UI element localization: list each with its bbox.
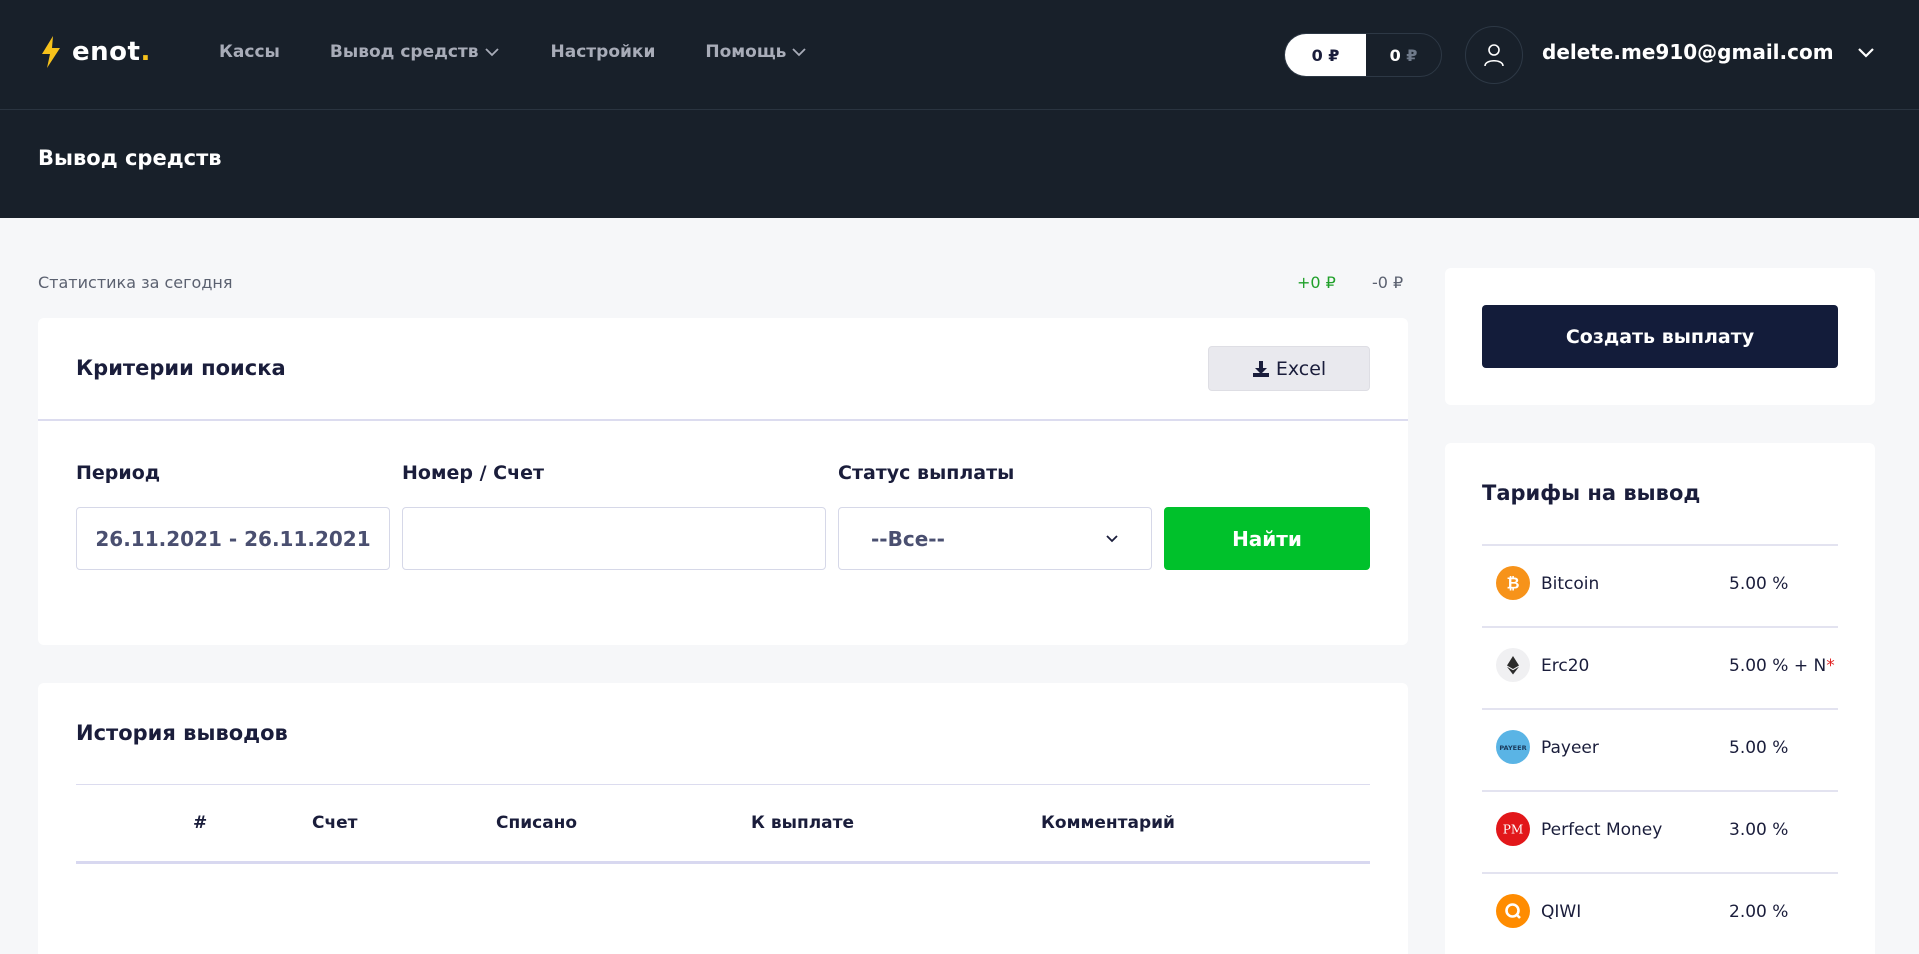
status-select-value: --Все-- xyxy=(871,526,945,551)
create-payout-card: Создать выплату xyxy=(1445,268,1875,405)
tariff-fee: 5.00 % + N* xyxy=(1729,656,1835,676)
column-header-comment[interactable]: Комментарий xyxy=(1041,813,1175,833)
stats-label: Статистика за сегодня xyxy=(38,273,233,292)
nav-item-settings[interactable]: Настройки xyxy=(551,42,656,62)
tariff-fee: 2.00 % xyxy=(1729,902,1789,922)
qiwi-icon xyxy=(1496,894,1530,928)
search-criteria-card: Критерии поиска Excel Период Номер / Сче… xyxy=(38,318,1408,645)
tariff-fee: 5.00 % xyxy=(1729,738,1789,758)
payeer-icon: PAYEER xyxy=(1496,730,1530,764)
period-date-range-input[interactable]: 26.11.2021 - 26.11.2021 xyxy=(76,507,390,570)
find-button[interactable]: Найти xyxy=(1164,507,1370,570)
svg-text:PM: PM xyxy=(1503,822,1524,836)
period-label: Период xyxy=(76,462,161,484)
tariff-name: QIWI xyxy=(1541,902,1582,922)
tariff-row-perfect-money: PM Perfect Money 3.00 % xyxy=(1482,790,1838,872)
number-account-input[interactable] xyxy=(402,507,826,570)
excel-button-label: Excel xyxy=(1275,357,1327,380)
nav-item-label: Помощь xyxy=(705,42,787,62)
balance-switcher: 0 ₽ 0 ₽ xyxy=(1284,33,1442,77)
stats-outcome: -0 ₽ xyxy=(1372,273,1404,292)
svg-text:₿: ₿ xyxy=(1506,574,1519,593)
divider xyxy=(76,784,1370,785)
nav-item-label: Кассы xyxy=(219,42,280,62)
search-criteria-title: Критерии поиска xyxy=(76,356,286,380)
logo[interactable]: enot. xyxy=(40,36,151,68)
balance-amount: 0 xyxy=(1311,45,1323,65)
tariff-name: Perfect Money xyxy=(1541,820,1663,840)
tariff-name: Bitcoin xyxy=(1541,574,1600,594)
bitcoin-icon: ₿ xyxy=(1496,566,1530,600)
column-header-account[interactable]: Счет xyxy=(312,813,358,833)
payout-status-select[interactable]: --Все-- xyxy=(838,507,1152,570)
status-label: Статус выплаты xyxy=(838,462,1015,484)
withdrawal-tariffs-card: Тарифы на вывод ₿ Bitcoin 5.00 % Erc20 5… xyxy=(1445,443,1875,954)
column-header-number[interactable]: # xyxy=(193,813,207,833)
tariff-row-qiwi: QIWI 2.00 % xyxy=(1482,872,1838,954)
number-label: Номер / Счет xyxy=(402,462,545,484)
withdrawal-history-card: История выводов # Счет Списано К выплате… xyxy=(38,683,1408,954)
column-header-payable[interactable]: К выплате xyxy=(751,813,854,833)
logo-text: enot. xyxy=(72,37,151,67)
nav-item-withdrawals[interactable]: Вывод средств xyxy=(330,42,501,62)
create-payout-button[interactable]: Создать выплату xyxy=(1482,305,1838,368)
top-navbar: enot. Кассы Вывод средств Настройки Помо… xyxy=(0,0,1919,110)
excel-export-button[interactable]: Excel xyxy=(1208,346,1370,391)
chevron-down-icon xyxy=(792,48,807,57)
tariff-name: Erc20 xyxy=(1541,656,1590,676)
nav-item-help[interactable]: Помощь xyxy=(705,42,808,62)
download-icon xyxy=(1252,360,1269,377)
page-header: Вывод средств xyxy=(0,110,1919,218)
chevron-down-icon[interactable] xyxy=(1856,46,1876,60)
nav-item-label: Настройки xyxy=(550,42,656,62)
user-email[interactable]: delete.me910@gmail.com xyxy=(1542,40,1834,64)
column-header-debited[interactable]: Списано xyxy=(496,813,577,833)
lightning-bolt-icon xyxy=(42,36,60,68)
tariff-row-payeer: PAYEER Payeer 5.00 % xyxy=(1482,708,1838,790)
tariff-row-bitcoin: ₿ Bitcoin 5.00 % xyxy=(1482,544,1838,626)
svg-text:PAYEER: PAYEER xyxy=(1499,744,1526,752)
history-title: История выводов xyxy=(76,721,288,745)
balance-currency: ₽ xyxy=(1328,45,1340,65)
balance-amount: 0 xyxy=(1389,45,1401,65)
tariff-row-erc20: Erc20 5.00 % + N* xyxy=(1482,626,1838,708)
page-title: Вывод средств xyxy=(38,146,222,170)
nav-item-label: Вывод средств xyxy=(329,42,479,62)
ethereum-icon xyxy=(1496,648,1530,682)
nav-item-cash-registers[interactable]: Кассы xyxy=(219,42,280,62)
table-header-divider xyxy=(76,861,1370,864)
tariff-list: ₿ Bitcoin 5.00 % Erc20 5.00 % + N* PAYEE… xyxy=(1482,544,1838,954)
tariff-fee: 5.00 % xyxy=(1729,574,1789,594)
tariff-name: Payeer xyxy=(1541,738,1599,758)
balance-rub[interactable]: 0 ₽ xyxy=(1285,34,1366,76)
chevron-down-icon xyxy=(484,48,499,57)
main-nav: Кассы Вывод средств Настройки Помощь xyxy=(219,42,808,62)
divider xyxy=(38,419,1408,421)
chevron-down-icon xyxy=(1106,534,1118,542)
balance-secondary[interactable]: 0 ₽ xyxy=(1366,34,1441,76)
balance-currency: ₽ xyxy=(1406,45,1418,65)
user-icon xyxy=(1484,44,1504,67)
stats-income: +0 ₽ xyxy=(1297,273,1336,292)
user-avatar[interactable] xyxy=(1465,26,1523,84)
perfect-money-icon: PM xyxy=(1496,812,1530,846)
tariff-fee: 3.00 % xyxy=(1729,820,1789,840)
tariffs-title: Тарифы на вывод xyxy=(1482,481,1701,505)
